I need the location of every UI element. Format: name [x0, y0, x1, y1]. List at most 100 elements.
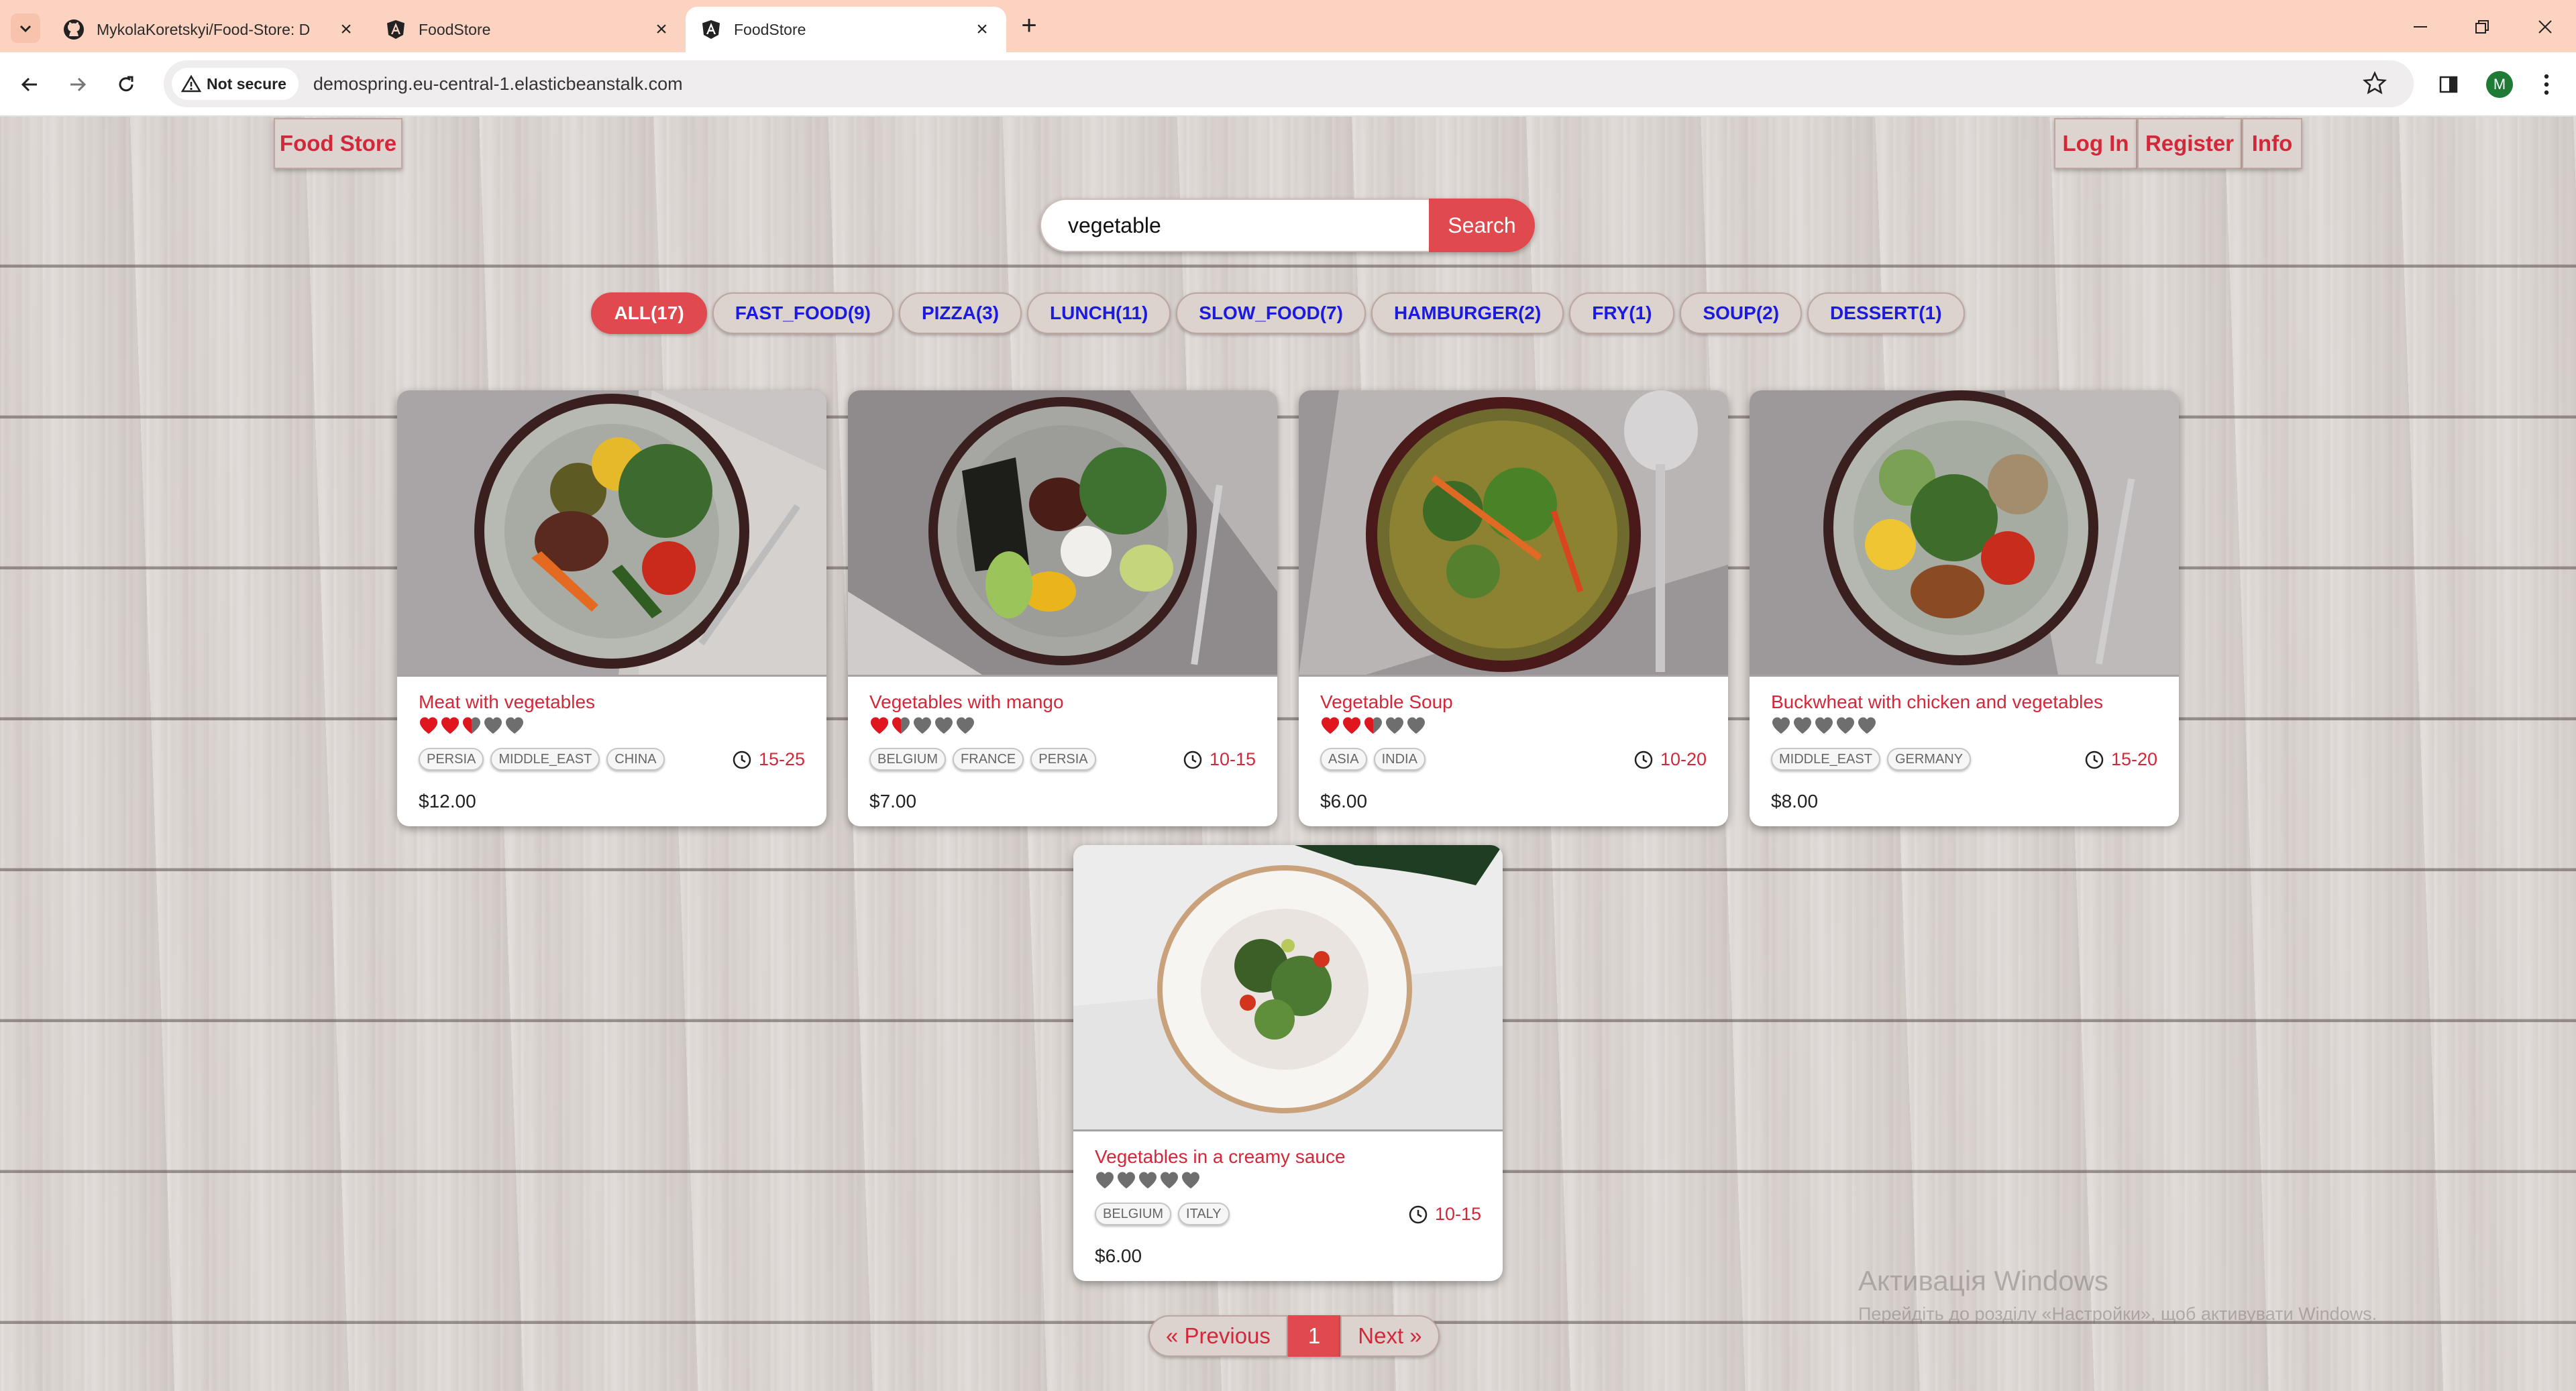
address-bar[interactable]: Not secure demospring.eu-central-1.elast… — [164, 60, 2414, 107]
origin-tag[interactable]: BELGIUM — [1095, 1203, 1172, 1225]
tab-github[interactable]: MykolaKoretskyi/Food-Store: D × — [48, 7, 370, 52]
register-link[interactable]: Register — [2137, 118, 2242, 169]
profile-avatar[interactable]: M — [2483, 68, 2516, 101]
origin-tag[interactable]: INDIA — [1373, 748, 1426, 771]
tab-title: FoodStore — [734, 20, 806, 38]
tag-filter[interactable]: DESSERT(1) — [1807, 292, 1965, 334]
tab-foodstore-1[interactable]: FoodStore × — [370, 7, 686, 52]
side-panel-icon[interactable] — [2432, 68, 2465, 101]
search-button[interactable]: Search — [1429, 199, 1535, 252]
food-image — [397, 390, 826, 675]
heart-icon — [1322, 717, 1339, 734]
heart-icon — [1794, 717, 1811, 734]
food-price: $12.00 — [419, 791, 476, 812]
heart-icon — [892, 717, 910, 734]
forward-arrow-icon[interactable] — [62, 68, 94, 101]
heart-icon — [441, 717, 459, 734]
food-image — [1073, 845, 1503, 1129]
cook-time-value: 10-20 — [1660, 749, 1707, 769]
heart-icon — [957, 717, 974, 734]
next-page-button[interactable]: Next » — [1340, 1315, 1440, 1357]
origin-tag[interactable]: PERSIA — [419, 748, 484, 771]
heart-icon — [1837, 717, 1854, 734]
origin-list: PERSIA MIDDLE_EAST CHINA — [419, 748, 665, 771]
origin-tag[interactable]: ASIA — [1320, 748, 1367, 771]
food-card[interactable]: Vegetables with mango BELGIUM FRANCE PERSI… — [848, 390, 1277, 826]
clock-icon — [2085, 750, 2104, 769]
tab-title: MykolaKoretskyi/Food-Store: D — [97, 20, 311, 38]
rating-stars — [869, 716, 975, 736]
origin-tag[interactable]: CHINA — [606, 748, 665, 771]
food-card[interactable]: Meat with vegetables PERSIA MIDDLE_EAST CH… — [397, 390, 826, 826]
origin-list: ASIA INDIA — [1320, 748, 1426, 771]
heart-icon — [1182, 1172, 1199, 1188]
brand-link[interactable]: Food Store — [274, 118, 402, 169]
origin-tag[interactable]: FRANCE — [953, 748, 1024, 771]
close-tab-icon[interactable]: × — [337, 19, 356, 40]
card-body: Vegetables in a creamy sauce BELGIUM ITAL… — [1073, 1129, 1503, 1281]
origin-tag[interactable]: MIDDLE_EAST — [490, 748, 600, 771]
rating-stars — [419, 716, 525, 736]
bookmark-star-icon[interactable] — [2363, 71, 2387, 95]
origin-tag[interactable]: PERSIA — [1030, 748, 1096, 771]
food-price: $8.00 — [1771, 791, 1819, 812]
tag-filter[interactable]: PIZZA(3) — [898, 292, 1022, 334]
clock-icon — [733, 750, 751, 769]
food-name: Buckwheat with chicken and vegetables — [1771, 691, 2103, 712]
rating-stars — [1095, 1170, 1201, 1190]
origin-tag[interactable]: MIDDLE_EAST — [1771, 748, 1880, 771]
origin-tag[interactable]: GERMANY — [1886, 748, 1972, 771]
card-body: Buckwheat with chicken and vegetables MI… — [1750, 675, 2179, 826]
food-card[interactable]: Vegetable Soup ASIA INDIA 10-20 $6.00 — [1299, 390, 1728, 826]
tag-filter[interactable]: HAMBURGER(2) — [1371, 292, 1564, 334]
url-text[interactable]: demospring.eu-central-1.elasticbeanstalk… — [313, 74, 683, 95]
cook-time: 10-15 — [1183, 749, 1256, 770]
clock-icon — [1183, 750, 1202, 769]
new-tab-button[interactable]: + — [1014, 11, 1044, 40]
card-body: Vegetable Soup ASIA INDIA 10-20 $6.00 — [1299, 675, 1728, 826]
clock-icon — [1634, 750, 1653, 769]
heart-icon — [871, 717, 888, 734]
heart-icon — [1858, 717, 1876, 734]
food-card[interactable]: Buckwheat with chicken and vegetables MI… — [1750, 390, 2179, 826]
profile-initial: M — [2486, 71, 2513, 98]
back-arrow-icon[interactable] — [13, 68, 46, 101]
menu-kebab-icon[interactable] — [2530, 68, 2563, 101]
github-icon — [64, 19, 84, 40]
security-chip[interactable]: Not secure — [172, 68, 299, 100]
login-link[interactable]: Log In — [2054, 118, 2137, 169]
food-image — [848, 390, 1277, 675]
tag-filter[interactable]: LUNCH(11) — [1027, 292, 1171, 334]
origin-list: MIDDLE_EAST GERMANY — [1771, 748, 1972, 771]
tag-filter[interactable]: SOUP(2) — [1680, 292, 1803, 334]
page-number-current[interactable]: 1 — [1287, 1315, 1341, 1357]
close-tab-icon[interactable]: × — [652, 19, 671, 40]
previous-page-button[interactable]: « Previous — [1148, 1315, 1288, 1357]
restore-icon[interactable] — [2467, 12, 2497, 42]
close-tab-icon[interactable]: × — [973, 19, 991, 40]
tag-filter[interactable]: FAST_FOOD(9) — [712, 292, 894, 334]
heart-icon — [1772, 717, 1790, 734]
reload-icon[interactable] — [110, 68, 142, 101]
search-input[interactable] — [1040, 199, 1429, 252]
cook-time-value: 15-20 — [2110, 749, 2157, 769]
tab-foodstore-active[interactable]: FoodStore × — [686, 7, 1006, 52]
minimize-icon[interactable] — [2406, 12, 2435, 42]
rating-stars — [1320, 716, 1426, 736]
tab-search-button[interactable] — [11, 13, 40, 43]
origin-tag[interactable]: BELGIUM — [869, 748, 947, 771]
tag-filter[interactable]: ALL(17) — [591, 292, 707, 334]
tag-filter[interactable]: SLOW_FOOD(7) — [1176, 292, 1366, 334]
heart-icon — [1386, 717, 1403, 734]
heart-icon — [463, 717, 480, 734]
food-card[interactable]: Vegetables in a creamy sauce BELGIUM ITAL… — [1073, 845, 1503, 1281]
close-window-icon[interactable] — [2530, 12, 2560, 42]
heart-icon — [1343, 717, 1360, 734]
food-image — [1299, 390, 1728, 675]
heart-icon — [1364, 717, 1382, 734]
tag-filter[interactable]: FRY(1) — [1569, 292, 1675, 334]
heart-icon — [1161, 1172, 1178, 1188]
info-link[interactable]: Info — [2242, 118, 2302, 169]
origin-tag[interactable]: ITALY — [1178, 1203, 1230, 1225]
angular-icon — [702, 20, 720, 39]
